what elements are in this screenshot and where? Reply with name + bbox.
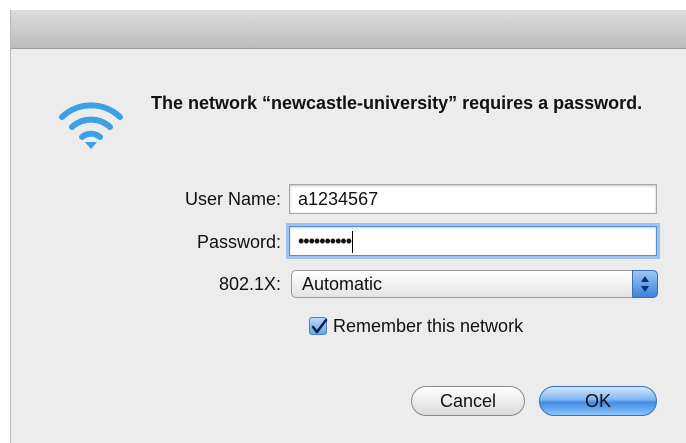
password-value: •••••••••• bbox=[298, 231, 352, 251]
select-arrows-icon bbox=[632, 270, 658, 298]
dialog-message: The network “newcastle-university” requi… bbox=[151, 93, 643, 113]
remember-checkbox[interactable] bbox=[309, 317, 328, 335]
eap-label: 802.1X: bbox=[218, 274, 281, 294]
text-caret bbox=[352, 231, 354, 254]
title-bar[interactable] bbox=[11, 10, 686, 49]
cancel-button[interactable]: Cancel bbox=[411, 386, 525, 416]
password-label: Password: bbox=[196, 232, 281, 252]
eap-select[interactable]: Automatic bbox=[291, 270, 658, 298]
wifi-icon bbox=[59, 102, 123, 149]
username-value: a1234567 bbox=[298, 189, 379, 209]
ok-button[interactable]: OK bbox=[539, 386, 657, 416]
password-field[interactable]: •••••••••• bbox=[289, 226, 657, 256]
remember-label: Remember this network bbox=[333, 316, 524, 336]
eap-select-value: Automatic bbox=[302, 274, 383, 294]
checkmark-icon bbox=[311, 318, 328, 334]
username-field[interactable]: a1234567 bbox=[289, 184, 657, 214]
wifi-password-dialog: The network “newcastle-university” requi… bbox=[10, 10, 686, 443]
username-label: User Name: bbox=[184, 189, 281, 209]
